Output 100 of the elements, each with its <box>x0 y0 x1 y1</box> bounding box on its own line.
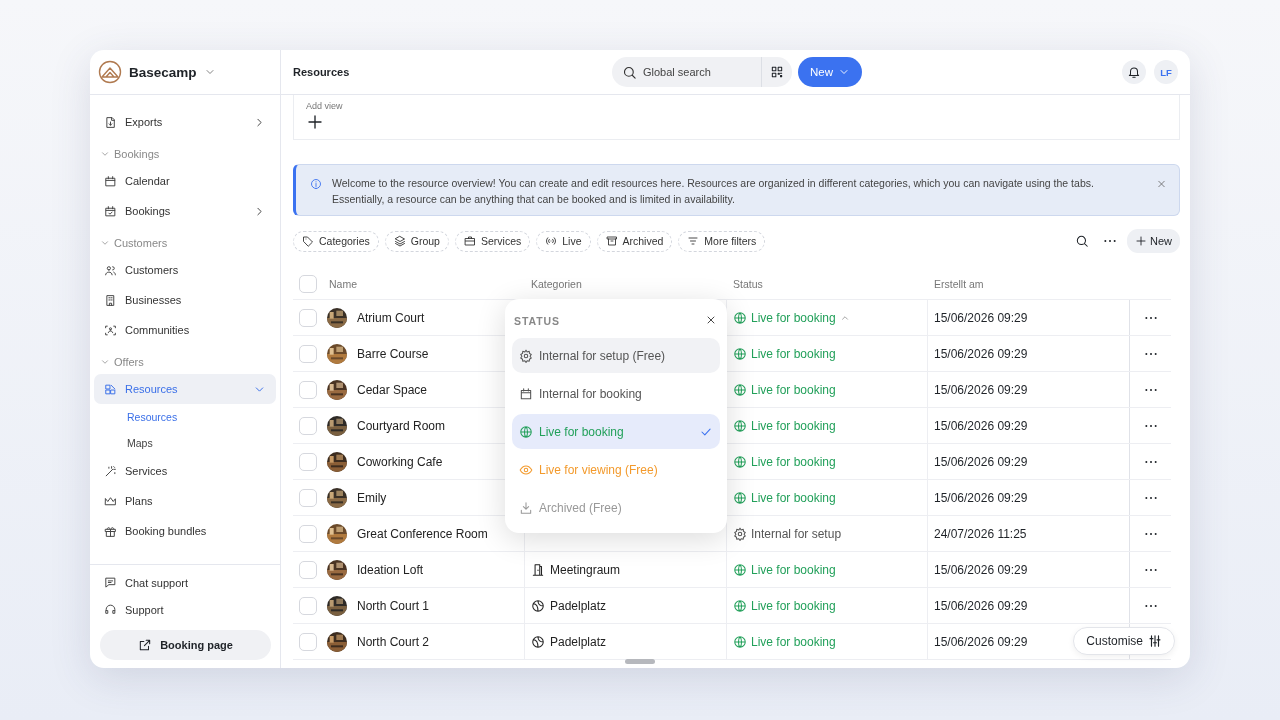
status-dropdown[interactable]: Live for booking <box>733 418 836 433</box>
booking-page-button[interactable]: Booking page <box>100 630 271 660</box>
user-avatar[interactable]: LF <box>1154 60 1178 84</box>
section-header[interactable]: Bookings <box>94 142 276 166</box>
more-icon <box>1144 460 1157 463</box>
row-checkbox[interactable] <box>299 344 317 363</box>
status-dropdown[interactable]: Live for booking <box>733 598 836 613</box>
globe-icon <box>519 424 533 439</box>
sidebar-item[interactable]: Calendar <box>94 166 276 196</box>
select-all-checkbox[interactable] <box>299 274 317 293</box>
date-cell: 15/06/2026 09:29 <box>934 454 1028 469</box>
broadcast-icon <box>545 234 558 248</box>
resource-name[interactable]: Coworking Cafe <box>357 454 443 469</box>
row-checkbox[interactable] <box>299 488 317 507</box>
resource-name[interactable]: Cedar Space <box>357 382 428 397</box>
notifications-button[interactable] <box>1122 60 1146 84</box>
sidebar-subitem[interactable]: Resources <box>94 404 276 430</box>
status-dropdown[interactable]: Live for booking <box>733 346 836 361</box>
column-header[interactable]: Erstellt am <box>934 277 984 290</box>
bell-icon <box>1127 65 1141 79</box>
sidebar-item[interactable]: Exports <box>94 107 276 137</box>
row-checkbox[interactable] <box>299 596 317 615</box>
globe-icon <box>733 598 747 613</box>
document-icon <box>104 115 117 129</box>
globe-icon <box>733 634 747 649</box>
customise-button[interactable]: Customise <box>1073 627 1175 655</box>
filter-icon <box>687 234 700 248</box>
category-label: Padelplatz <box>531 634 607 649</box>
qr-code-icon <box>770 65 784 79</box>
add-view-label: Add view <box>306 101 343 111</box>
resource-name[interactable]: Ideation Loft <box>357 562 424 577</box>
sidebar-item[interactable]: Bookings <box>94 196 276 226</box>
sidebar-item[interactable]: Customers <box>94 255 276 285</box>
row-checkbox[interactable] <box>299 380 317 399</box>
workspace-name[interactable]: Basecamp <box>129 64 197 80</box>
column-header[interactable]: Status <box>733 277 763 290</box>
sidebar-item[interactable]: Booking bundles <box>94 516 276 546</box>
globe-icon <box>733 562 747 577</box>
sidebar-item[interactable]: Chat support <box>94 569 276 596</box>
row-checkbox[interactable] <box>299 560 317 579</box>
status-dropdown[interactable]: Live for booking <box>733 490 836 505</box>
category-label: Meetingraum <box>531 562 621 577</box>
more-icon <box>1144 532 1157 535</box>
sidebar-item[interactable]: Plans <box>94 486 276 516</box>
resource-name[interactable]: Courtyard Room <box>357 418 446 433</box>
globe-icon <box>733 454 747 469</box>
menu-option[interactable]: Internal for setup (Free) <box>512 338 720 373</box>
resource-name[interactable]: Great Conference Room <box>357 526 488 541</box>
plus-icon <box>1135 234 1147 248</box>
sidebar-item[interactable]: Communities <box>94 315 276 345</box>
status-dropdown[interactable]: Internal for setup <box>733 526 842 541</box>
status-dropdown[interactable]: Live for booking <box>733 310 850 325</box>
date-cell: 15/06/2026 09:29 <box>934 310 1028 325</box>
sidebar-item[interactable]: Resources <box>94 374 276 404</box>
more-icon <box>1144 604 1157 607</box>
search-icon <box>1075 234 1089 248</box>
gift-icon <box>104 524 117 538</box>
category-label: Padelplatz <box>531 598 607 613</box>
resource-name[interactable]: Emily <box>357 490 387 505</box>
date-cell: 15/06/2026 09:29 <box>934 346 1028 361</box>
new-button[interactable]: New <box>798 57 862 87</box>
resource-name[interactable]: Barre Course <box>357 346 429 361</box>
search-icon <box>622 64 637 80</box>
date-cell: 15/06/2026 09:29 <box>934 418 1028 433</box>
tag-icon <box>302 234 314 248</box>
menu-option[interactable]: Internal for booking <box>512 376 720 411</box>
sidebar-item[interactable]: Businesses <box>94 285 276 315</box>
column-header[interactable]: Kategorien <box>531 277 582 290</box>
sliders-icon <box>1148 634 1162 648</box>
globe-icon <box>733 310 747 325</box>
row-checkbox[interactable] <box>299 632 317 651</box>
status-dropdown[interactable]: Live for booking <box>733 562 836 577</box>
status-dropdown[interactable]: Live for booking <box>733 634 836 649</box>
more-icon <box>1144 568 1157 571</box>
status-dropdown[interactable]: Live for booking <box>733 454 836 469</box>
section-header[interactable]: Offers <box>94 350 276 374</box>
more-icon <box>1144 496 1157 499</box>
resource-name[interactable]: North Court 1 <box>357 598 430 613</box>
row-checkbox[interactable] <box>299 524 317 543</box>
resource-name[interactable]: North Court 2 <box>357 634 430 649</box>
column-header[interactable]: Name <box>329 277 357 290</box>
magic-wand-icon <box>104 464 117 478</box>
users-icon <box>104 263 117 277</box>
info-icon <box>310 177 322 191</box>
gear-icon <box>733 526 747 541</box>
row-checkbox[interactable] <box>299 308 317 327</box>
sidebar-item[interactable]: Services <box>94 456 276 486</box>
section-header[interactable]: Customers <box>94 231 276 255</box>
calendar-icon <box>519 386 533 401</box>
archive-icon <box>605 234 618 248</box>
new-resource-button[interactable]: New <box>1127 229 1180 253</box>
scroll-handle[interactable] <box>625 659 655 664</box>
row-checkbox[interactable] <box>299 416 317 435</box>
sidebar-subitem[interactable]: Maps <box>94 430 276 456</box>
date-cell: 15/06/2026 09:29 <box>934 382 1028 397</box>
sidebar-item[interactable]: Support <box>94 596 276 623</box>
briefcase-icon <box>463 234 476 248</box>
status-dropdown[interactable]: Live for booking <box>733 382 836 397</box>
resource-name[interactable]: Atrium Court <box>357 310 425 325</box>
row-checkbox[interactable] <box>299 452 317 471</box>
